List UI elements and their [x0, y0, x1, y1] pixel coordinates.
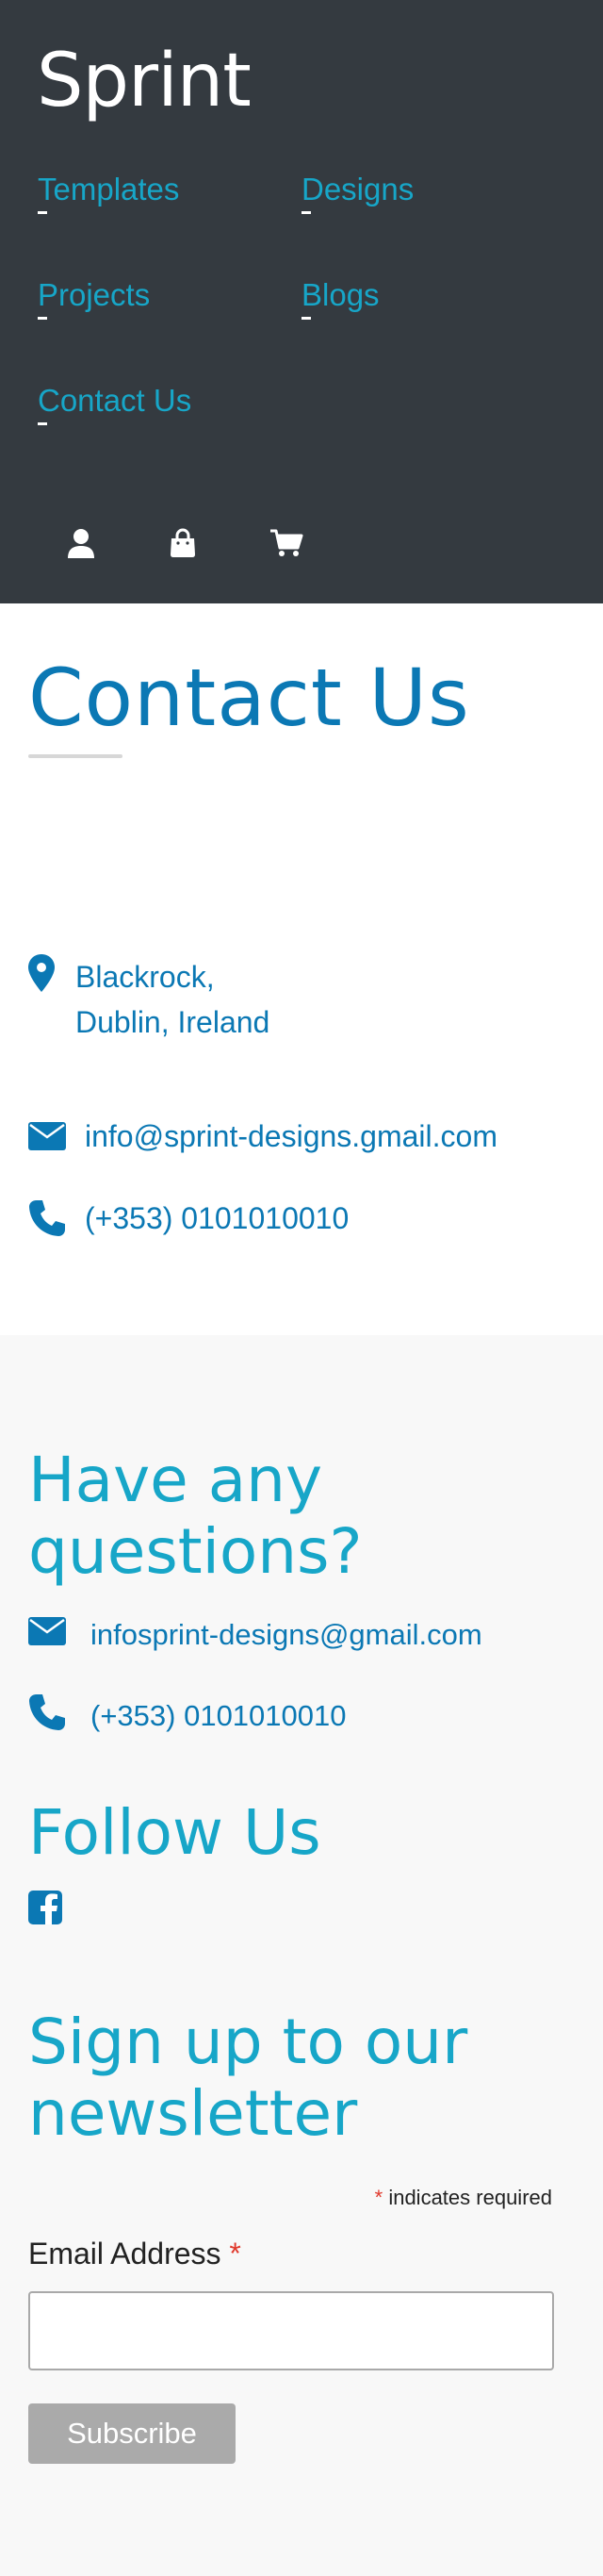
follow-title: Follow Us [28, 1796, 321, 1869]
email-field[interactable] [28, 2291, 554, 2370]
questions-title-line-2: questions? [28, 1515, 363, 1588]
nav-indicator [38, 317, 47, 320]
address-line-2: Dublin, Ireland [75, 1005, 270, 1039]
cart-icon[interactable] [269, 526, 303, 560]
phone-icon [28, 1693, 66, 1736]
required-asterisk: * [374, 2186, 383, 2209]
required-note-text: indicates required [388, 2186, 552, 2209]
nav-indicator [302, 317, 311, 320]
facebook-icon[interactable] [28, 1891, 62, 1929]
subscribe-button[interactable]: Subscribe [28, 2403, 236, 2464]
shopping-bag-icon[interactable] [166, 526, 200, 560]
email-label-text: Email Address [28, 2237, 221, 2271]
required-note: * indicates required [375, 2186, 552, 2210]
email-field-label: Email Address * [28, 2237, 241, 2271]
brand-logo[interactable]: Sprint [37, 36, 252, 126]
site-header: Sprint Templates Designs Projects Blogs … [0, 0, 603, 603]
page-title: Contact Us [28, 652, 470, 744]
map-marker-icon [28, 954, 55, 997]
phone-icon [28, 1199, 66, 1242]
nav-link-contact-us[interactable]: Contact Us [38, 382, 191, 420]
newsletter-title-line-1: Sign up to our [28, 2006, 468, 2078]
nav-link-blogs[interactable]: Blogs [302, 276, 380, 314]
contact-email-link[interactable]: info@sprint-designs.gmail.com [85, 1114, 497, 1159]
required-asterisk: * [229, 2237, 241, 2271]
nav-indicator [38, 422, 47, 425]
questions-phone-link[interactable]: (+353) 0101010010 [90, 1697, 347, 1735]
title-divider [28, 754, 122, 758]
user-icon[interactable] [64, 526, 98, 560]
envelope-icon [28, 1122, 66, 1155]
contact-section: Contact Us Blackrock, Dublin, Ireland in… [0, 603, 603, 1335]
questions-email-link[interactable]: infosprint-designs@gmail.com [90, 1616, 482, 1654]
contact-phone-link[interactable]: (+353) 0101010010 [85, 1196, 349, 1241]
nav-indicator [38, 211, 47, 214]
nav-link-templates[interactable]: Templates [38, 171, 179, 208]
nav-indicator [302, 211, 311, 214]
nav-link-designs[interactable]: Designs [302, 171, 414, 208]
newsletter-title-line-2: newsletter [28, 2077, 358, 2150]
questions-title-line-1: Have any [28, 1444, 323, 1516]
address-line-1: Blackrock, [75, 960, 215, 994]
nav-link-projects[interactable]: Projects [38, 276, 150, 314]
envelope-icon [28, 1617, 66, 1650]
